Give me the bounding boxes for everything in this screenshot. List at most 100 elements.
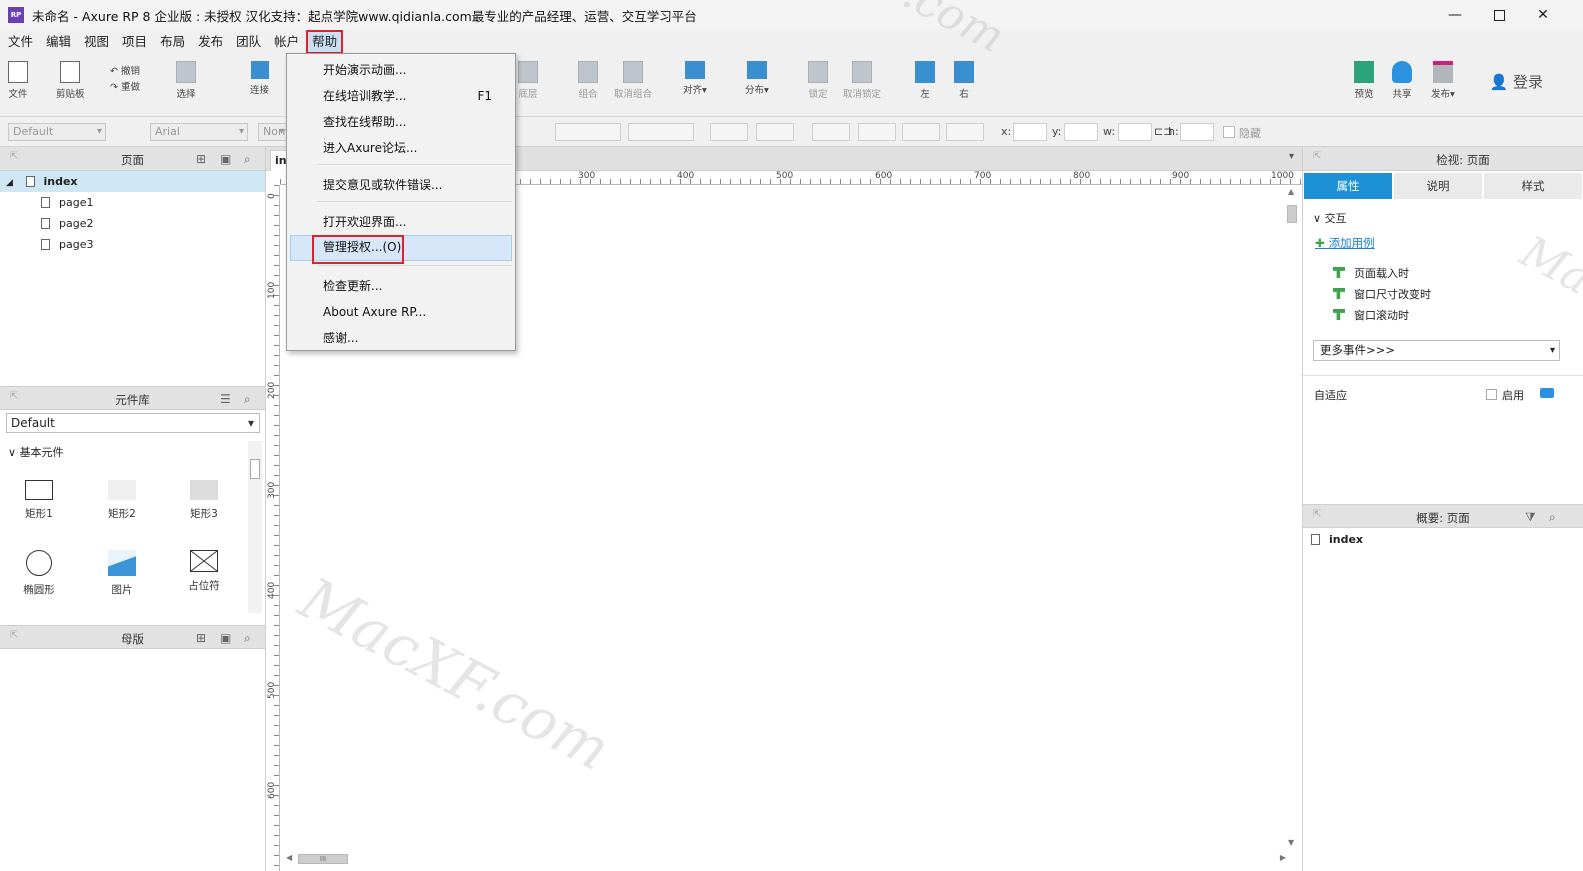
clipboard-button[interactable]: 剪贴板 — [56, 61, 85, 100]
search-icon[interactable]: ⌕ — [1549, 510, 1556, 525]
menu-arrange[interactable]: 布局 — [156, 32, 189, 52]
redo-button[interactable]: ↷ 重做 — [110, 79, 140, 93]
menu-item-forum[interactable]: 进入Axure论坛... — [290, 136, 512, 160]
scroll-right-icon[interactable]: ▶ — [1280, 853, 1286, 862]
library-scrollbar[interactable] — [248, 441, 262, 613]
more-events-select[interactable]: 更多事件>>> ▾ — [1313, 340, 1560, 361]
adaptive-settings-icon[interactable] — [1540, 388, 1554, 398]
scroll-thumb[interactable]: III — [298, 854, 348, 864]
login-button[interactable]: 👤 登录 — [1490, 71, 1543, 92]
ungroup-button[interactable]: 取消组合 — [614, 61, 652, 100]
widget-rectangle2[interactable]: 矩形2 — [92, 480, 152, 521]
search-icon[interactable]: ⌕ — [244, 631, 251, 646]
scroll-down-icon[interactable]: ▼ — [1288, 838, 1294, 847]
widget-placeholder[interactable]: 占位符 — [174, 550, 234, 593]
menu-item-welcome[interactable]: 打开欢迎界面... — [290, 210, 512, 234]
add-folder-icon[interactable]: ▣ — [220, 152, 231, 166]
menu-item-online-training[interactable]: 在线培训教学... F1 — [290, 84, 512, 108]
group-button[interactable]: 组合 — [578, 61, 598, 100]
line-color-picker[interactable] — [812, 123, 850, 141]
menu-edit[interactable]: 编辑 — [42, 32, 75, 52]
search-icon[interactable]: ⌕ — [244, 152, 251, 167]
scroll-thumb[interactable] — [1287, 205, 1297, 223]
close-button[interactable]: ✕ — [1520, 0, 1566, 30]
menu-item-about[interactable]: About Axure RP... — [290, 300, 512, 324]
event-window-resize[interactable]: 窗口尺寸改变时 — [1333, 286, 1431, 302]
menu-item-check-updates[interactable]: 检查更新... — [290, 274, 512, 298]
select-button[interactable]: 选择 — [176, 61, 196, 100]
style-select[interactable]: Default — [8, 123, 106, 141]
outline-item-index[interactable]: index — [1311, 533, 1363, 546]
page-tree-item-page1[interactable]: page1 — [0, 192, 265, 213]
publish-button[interactable]: 发布▾ — [1431, 61, 1455, 100]
preview-button[interactable]: 预览 — [1354, 61, 1374, 100]
unlock-button[interactable]: 取消锁定 — [843, 61, 881, 100]
page-tree-item-page3[interactable]: page3 — [0, 234, 265, 255]
interaction-section[interactable]: ∨ 交互 — [1313, 210, 1347, 226]
library-select[interactable]: Default — [6, 413, 260, 433]
menu-view[interactable]: 视图 — [80, 32, 113, 52]
menu-file[interactable]: 文件 — [4, 32, 37, 52]
widget-rectangle3[interactable]: 矩形3 — [174, 480, 234, 521]
line-style-picker[interactable] — [902, 123, 940, 141]
menu-team[interactable]: 团队 — [232, 32, 265, 52]
font-select[interactable]: Arial — [150, 123, 248, 141]
search-icon[interactable]: ⌕ — [244, 392, 251, 407]
menu-item-thanks[interactable]: 感谢... — [290, 326, 512, 350]
w-input[interactable] — [1118, 123, 1152, 141]
share-button[interactable]: 共享 — [1392, 61, 1412, 100]
enable-adaptive-checkbox[interactable] — [1486, 389, 1497, 400]
h-input[interactable] — [1180, 123, 1214, 141]
connect-button[interactable]: 连接 — [250, 61, 269, 96]
minimize-button[interactable]: — — [1432, 0, 1478, 30]
add-master-icon[interactable]: ⊞ — [196, 631, 206, 645]
vertical-align-group[interactable] — [628, 123, 694, 141]
undo-button[interactable]: ↶ 撤销 — [110, 63, 140, 77]
menu-item-feedback[interactable]: 提交意见或软件错误... — [290, 173, 512, 197]
y-input[interactable] — [1064, 123, 1098, 141]
hide-checkbox[interactable] — [1223, 126, 1235, 138]
canvas-vertical-scrollbar[interactable]: ▲ ▼ — [1286, 187, 1298, 847]
scroll-up-icon[interactable]: ▲ — [1288, 187, 1294, 196]
menu-help[interactable]: 帮助 — [306, 29, 344, 54]
tab-notes[interactable]: 说明 — [1394, 173, 1482, 199]
add-case-link[interactable]: ✚ 添加用例 — [1315, 235, 1375, 251]
tab-properties[interactable]: 属性 — [1304, 173, 1392, 199]
add-folder-icon[interactable]: ▣ — [220, 631, 231, 645]
page-tree-root[interactable]: ◢ index — [0, 171, 265, 192]
menu-project[interactable]: 项目 — [118, 32, 151, 52]
menu-account[interactable]: 帐户 — [270, 32, 303, 52]
align-button[interactable]: 对齐▾ — [683, 61, 707, 96]
left-button[interactable]: 左 — [915, 61, 935, 100]
distribute-button[interactable]: 分布▾ — [745, 61, 769, 96]
tab-style[interactable]: 样式 — [1484, 173, 1582, 199]
menu-icon[interactable]: ☰ — [220, 392, 231, 406]
send-to-bottom-button[interactable]: 底层 — [518, 61, 538, 100]
x-input[interactable] — [1013, 123, 1047, 141]
menu-item-online-help[interactable]: 查找在线帮助... — [290, 110, 512, 134]
filter-icon[interactable]: ⧩ — [1525, 510, 1536, 525]
widget-image[interactable]: 图片 — [92, 550, 152, 597]
event-page-load[interactable]: 页面载入时 — [1333, 265, 1409, 281]
widget-rectangle1[interactable]: 矩形1 — [9, 480, 69, 521]
scroll-left-icon[interactable]: ◀ — [286, 853, 292, 862]
page-tree-item-page2[interactable]: page2 — [0, 213, 265, 234]
event-window-scroll[interactable]: 窗口滚动时 — [1333, 307, 1409, 323]
add-page-icon[interactable]: ⊞ — [196, 152, 206, 166]
text-align-group[interactable] — [555, 123, 621, 141]
lock-button[interactable]: 锁定 — [808, 61, 828, 100]
font-weight-select[interactable]: Norm — [258, 123, 293, 141]
fill-color-picker[interactable] — [710, 123, 748, 141]
menu-publish[interactable]: 发布 — [194, 32, 227, 52]
file-button[interactable]: 文件 — [8, 61, 28, 100]
line-width-picker[interactable] — [858, 123, 896, 141]
right-button[interactable]: 右 — [954, 61, 974, 100]
canvas-horizontal-scrollbar[interactable]: ◀ III ▶ — [286, 853, 1286, 865]
menu-item-start-demo[interactable]: 开始演示动画... — [290, 58, 512, 82]
widget-ellipse[interactable]: 椭圆形 — [9, 550, 69, 597]
shadow-picker[interactable] — [756, 123, 794, 141]
arrow-style-picker[interactable] — [946, 123, 984, 141]
widget-group-header[interactable]: ∨ 基本元件 — [8, 444, 64, 460]
maximize-button[interactable] — [1476, 0, 1522, 30]
tab-list-icon[interactable]: ▾ — [1289, 151, 1294, 162]
